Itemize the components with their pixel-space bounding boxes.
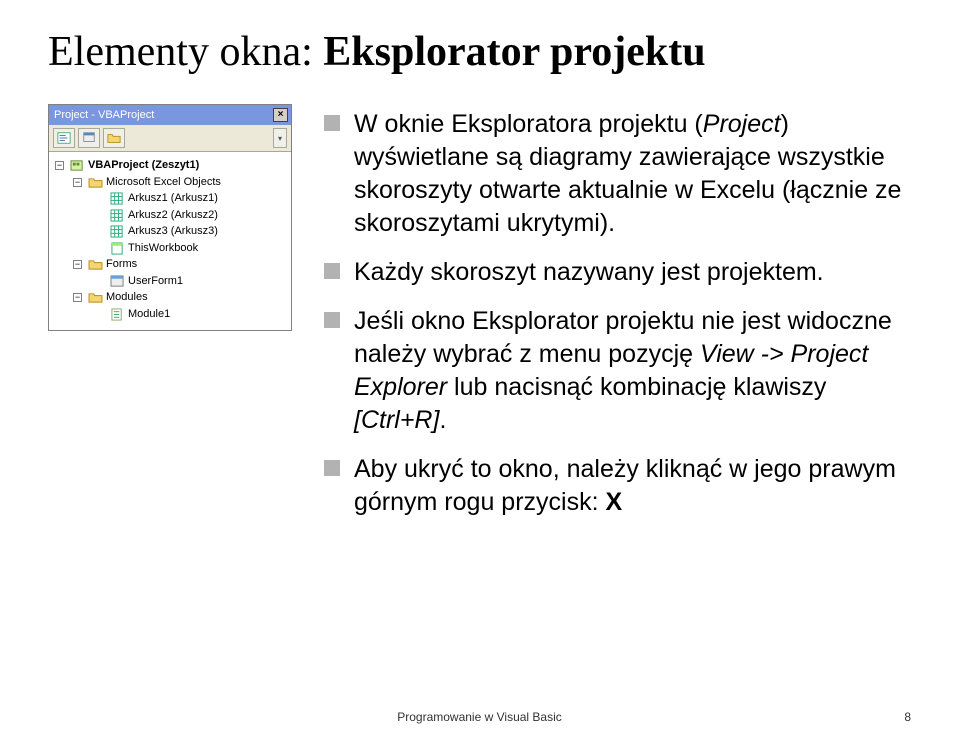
- collapse-icon[interactable]: −: [73, 293, 82, 302]
- tree-sheet-item[interactable]: Arkusz3 (Arkusz3): [53, 223, 287, 240]
- bullet-text: Aby ukryć to okno, należy kliknąć w jego…: [354, 453, 911, 519]
- folder-label: Forms: [106, 256, 137, 273]
- title-plain: Elementy okna:: [48, 29, 323, 75]
- slide-title: Elementy okna: Eksplorator projektu: [48, 28, 911, 76]
- text-frag: .: [439, 406, 446, 434]
- tree-folder-forms[interactable]: − Forms: [53, 256, 287, 273]
- footer-text: Programowanie w Visual Basic: [0, 710, 959, 724]
- worksheet-icon: [109, 192, 125, 206]
- tree-sheet-item[interactable]: Arkusz2 (Arkusz2): [53, 207, 287, 224]
- close-button[interactable]: ×: [273, 108, 288, 122]
- tree-module-item[interactable]: Module1: [53, 306, 287, 323]
- folder-label: Modules: [106, 289, 148, 306]
- text-frag: lub nacisnąć kombinację klawiszy: [447, 373, 826, 401]
- project-explorer-window: Project - VBAProject ×: [48, 104, 292, 331]
- collapse-icon[interactable]: −: [55, 161, 64, 170]
- list-item: Aby ukryć to okno, należy kliknąć w jego…: [324, 453, 911, 519]
- collapse-icon[interactable]: −: [73, 260, 82, 269]
- explorer-titlebar: Project - VBAProject ×: [49, 105, 291, 125]
- toggle-folders-button[interactable]: [103, 128, 125, 148]
- list-item: Każdy skoroszyt nazywany jest projektem.: [324, 256, 911, 289]
- tree-form-item[interactable]: UserForm1: [53, 273, 287, 290]
- toolbar-dropdown[interactable]: ▾: [273, 128, 287, 148]
- sheet-label: Arkusz2 (Arkusz2): [128, 207, 218, 224]
- view-object-button[interactable]: [78, 128, 100, 148]
- sheet-label: Arkusz1 (Arkusz1): [128, 190, 218, 207]
- list-item: W oknie Eksploratora projektu (Project) …: [324, 108, 911, 240]
- sheet-label: Arkusz3 (Arkusz3): [128, 223, 218, 240]
- list-item: Jeśli okno Eksplorator projektu nie jest…: [324, 305, 911, 437]
- view-object-icon: [82, 131, 96, 145]
- view-code-button[interactable]: [53, 128, 75, 148]
- page-number: 8: [904, 710, 911, 724]
- view-code-icon: [57, 131, 71, 145]
- folder-icon: [87, 291, 103, 305]
- bullet-icon: [324, 312, 340, 328]
- folder-label: Microsoft Excel Objects: [106, 174, 221, 191]
- text-frag: Aby ukryć to okno, należy kliknąć w jego…: [354, 455, 896, 516]
- module-label: Module1: [128, 306, 170, 323]
- explorer-title-text: Project - VBAProject: [54, 109, 154, 121]
- folder-icon: [87, 175, 103, 189]
- bullet-icon: [324, 460, 340, 476]
- worksheet-icon: [109, 225, 125, 239]
- text-bold: X: [605, 488, 622, 516]
- bullet-text: Jeśli okno Eksplorator projektu nie jest…: [354, 305, 911, 437]
- project-root-label: VBAProject (Zeszyt1): [88, 157, 199, 174]
- tree-folder-objects[interactable]: − Microsoft Excel Objects: [53, 174, 287, 191]
- userform-icon: [109, 274, 125, 288]
- bullet-text: W oknie Eksploratora projektu (Project) …: [354, 108, 911, 240]
- text-italic: [Ctrl+R]: [354, 406, 439, 434]
- thisworkbook-label: ThisWorkbook: [128, 240, 198, 257]
- bullet-icon: [324, 263, 340, 279]
- form-label: UserForm1: [128, 273, 183, 290]
- tree-thisworkbook-item[interactable]: ThisWorkbook: [53, 240, 287, 257]
- project-icon: [69, 159, 85, 173]
- text-frag: W oknie Eksploratora projektu (: [354, 110, 703, 138]
- folder-icon: [107, 131, 121, 145]
- text-italic: Project: [703, 110, 781, 138]
- folder-icon: [87, 258, 103, 272]
- bullet-text: Każdy skoroszyt nazywany jest projektem.: [354, 256, 824, 289]
- worksheet-icon: [109, 208, 125, 222]
- title-bold: Eksplorator projektu: [323, 29, 705, 75]
- bullet-list: W oknie Eksploratora projektu (Project) …: [324, 104, 911, 535]
- tree-sheet-item[interactable]: Arkusz1 (Arkusz1): [53, 190, 287, 207]
- collapse-icon[interactable]: −: [73, 178, 82, 187]
- tree-project-root[interactable]: − VBAProject (Zeszyt1): [53, 157, 287, 174]
- module-icon: [109, 307, 125, 321]
- workbook-icon: [109, 241, 125, 255]
- explorer-toolbar: ▾: [49, 125, 291, 152]
- project-tree[interactable]: − VBAProject (Zeszyt1) − Microsoft Excel…: [49, 152, 291, 330]
- bullet-icon: [324, 115, 340, 131]
- tree-folder-modules[interactable]: − Modules: [53, 289, 287, 306]
